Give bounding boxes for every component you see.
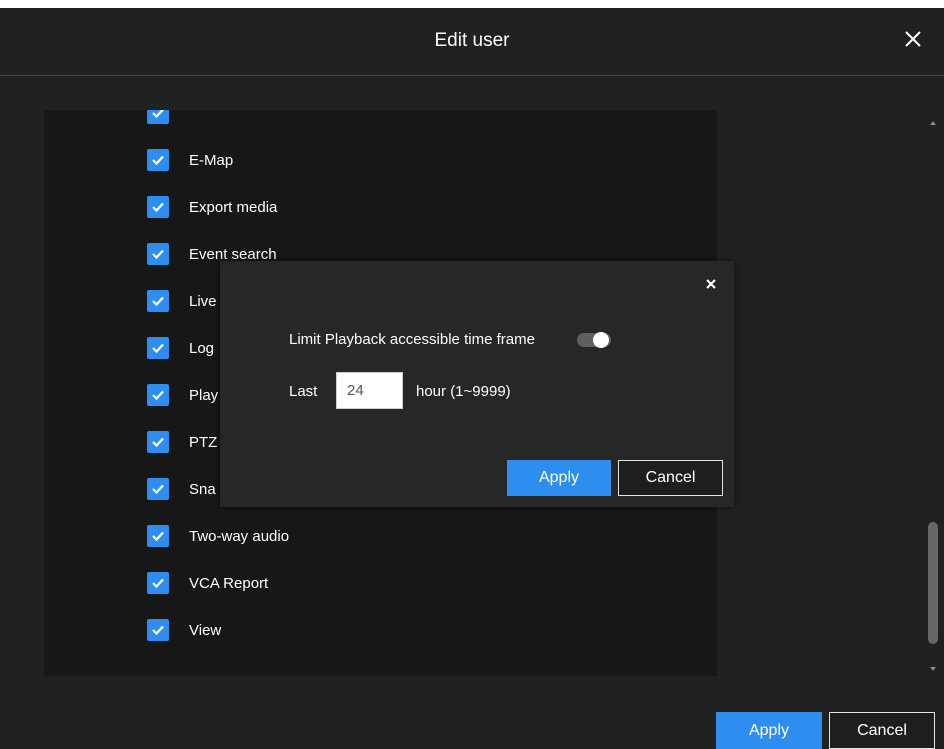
- close-icon[interactable]: [900, 26, 926, 52]
- check-icon: [152, 343, 164, 354]
- permission-item[interactable]: Sna: [147, 476, 216, 502]
- limit-playback-toggle[interactable]: [577, 332, 611, 348]
- apply-button[interactable]: Apply: [716, 712, 822, 749]
- toggle-knob: [593, 332, 609, 348]
- permission-label: Export media: [189, 198, 278, 216]
- check-icon: [152, 390, 164, 401]
- permission-checkbox[interactable]: [147, 243, 169, 265]
- scrollbar-thumb[interactable]: [928, 522, 938, 644]
- check-icon: [152, 202, 164, 213]
- permission-checkbox[interactable]: [147, 384, 169, 406]
- scroll-down-arrow-icon[interactable]: [927, 661, 939, 671]
- edit-user-dialog: Edit user E-Map Export media Event search L…: [0, 8, 944, 749]
- dialog-header: Edit user: [0, 8, 944, 76]
- scroll-up-arrow-icon[interactable]: [927, 115, 939, 125]
- permission-label: Live: [189, 292, 217, 310]
- permission-checkbox[interactable]: [147, 431, 169, 453]
- permission-item[interactable]: Log: [147, 335, 214, 361]
- permission-checkbox[interactable]: [147, 290, 169, 312]
- hours-input[interactable]: [336, 372, 403, 409]
- permission-label: E-Map: [189, 151, 234, 169]
- permission-item[interactable]: Play: [147, 382, 218, 408]
- dialog-title: Edit user: [434, 30, 510, 51]
- permission-checkbox[interactable]: [147, 478, 169, 500]
- permission-checkbox[interactable]: [147, 572, 169, 594]
- permission-label: Event search: [189, 245, 277, 263]
- permission-label: Log: [189, 339, 215, 357]
- permission-checkbox[interactable]: [147, 619, 169, 641]
- check-icon: [152, 578, 164, 589]
- last-label: Last: [289, 383, 318, 400]
- permission-checkbox[interactable]: [147, 149, 169, 171]
- permission-label: PTZ: [189, 433, 218, 451]
- permission-item[interactable]: VCA Report: [147, 570, 268, 596]
- permission-item[interactable]: [147, 110, 189, 126]
- permission-label: Play: [189, 386, 219, 404]
- cancel-button[interactable]: Cancel: [829, 712, 935, 749]
- check-icon: [152, 296, 164, 307]
- check-icon: [152, 531, 164, 542]
- permission-item[interactable]: View: [147, 617, 221, 643]
- popup-cancel-button[interactable]: Cancel: [618, 460, 723, 496]
- permission-label: View: [189, 621, 222, 639]
- permission-item[interactable]: Export media: [147, 194, 277, 220]
- close-icon[interactable]: [705, 277, 717, 289]
- check-icon: [152, 249, 164, 260]
- check-icon: [152, 484, 164, 495]
- permission-item[interactable]: E-Map: [147, 147, 233, 173]
- permission-checkbox[interactable]: [147, 196, 169, 218]
- playback-limit-popup: Limit Playback accessible time frame Las…: [220, 261, 734, 507]
- permission-label: Two-way audio: [189, 527, 290, 545]
- permission-label: VCA Report: [189, 574, 269, 592]
- permission-checkbox[interactable]: [147, 525, 169, 547]
- permission-checkbox[interactable]: [147, 110, 169, 124]
- popup-apply-button[interactable]: Apply: [507, 460, 611, 496]
- check-icon: [152, 625, 164, 636]
- hours-range-label: hour (1~9999): [416, 383, 511, 400]
- permission-label: Sna: [189, 480, 216, 498]
- check-icon: [152, 155, 164, 166]
- check-icon: [152, 437, 164, 448]
- permission-item[interactable]: PTZ: [147, 429, 217, 455]
- permission-item[interactable]: Live: [147, 288, 217, 314]
- check-icon: [152, 110, 164, 119]
- permission-checkbox[interactable]: [147, 337, 169, 359]
- permission-item[interactable]: Two-way audio: [147, 523, 289, 549]
- limit-playback-label: Limit Playback accessible time frame: [289, 331, 535, 348]
